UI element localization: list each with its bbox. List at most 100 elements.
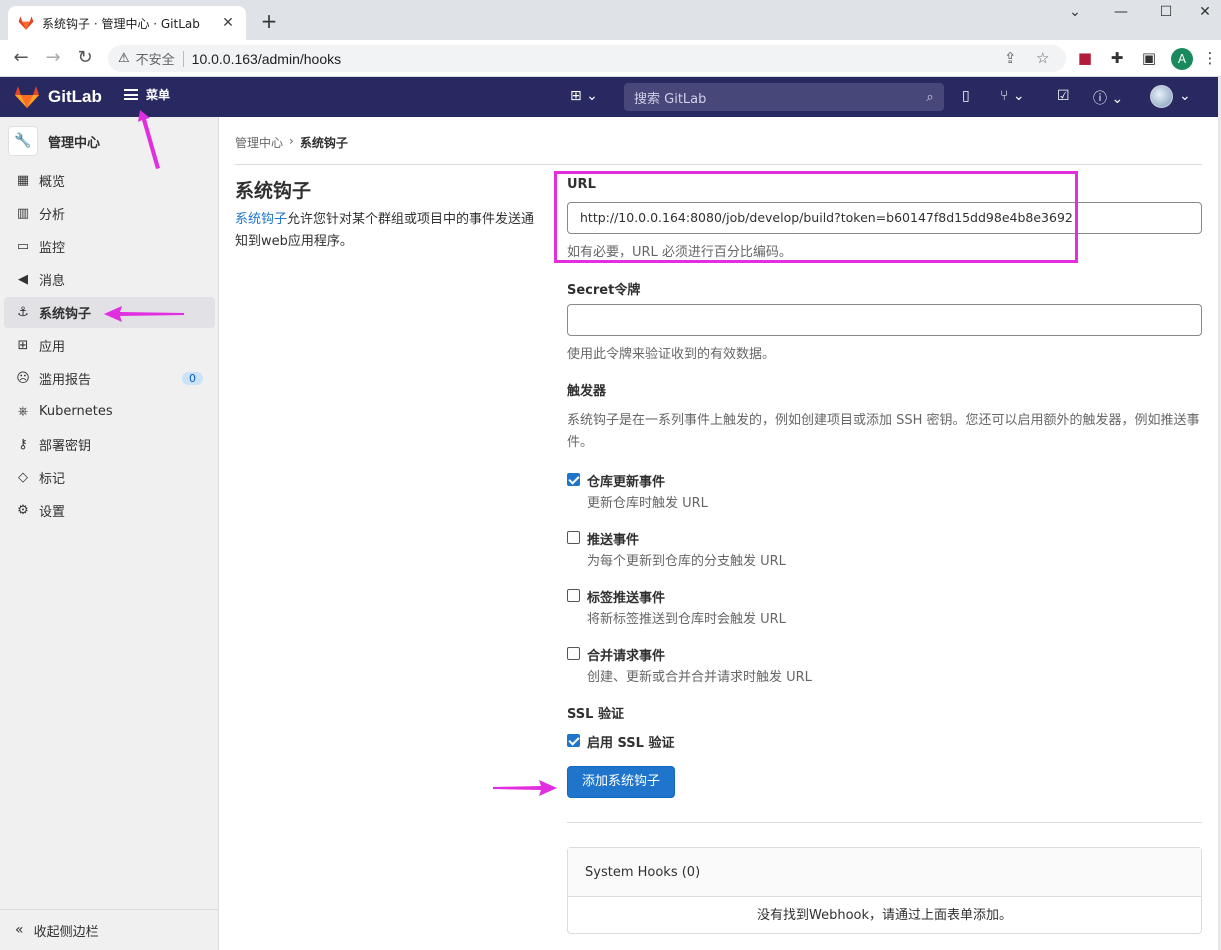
hook-icon: ⚓ [17,305,29,320]
analytics-icon: ▥ [16,206,30,221]
back-icon[interactable]: ← [8,46,34,70]
browser-tab[interactable]: 系统钩子 · 管理中心 · GitLab ✕ [8,6,246,40]
bookmark-extension-icon[interactable]: ■ [1075,49,1095,69]
sidebar-item-label: 标记 [39,472,66,487]
checkbox-label[interactable]: 仓库更新事件 [587,471,665,490]
search-input[interactable]: 搜索 GitLab ⌕ [624,83,944,111]
sidebar-item-analytics[interactable]: ▥ 分析 [4,198,215,229]
breadcrumb: 管理中心 › 系统钩子 [235,134,348,151]
sidebar-item-label: 应用 [39,340,66,355]
page-description: 系统钩子允许您针对某个群组或项目中的事件发送通知到web应用程序。 [235,209,535,253]
annotation-arrow-icon [493,780,557,796]
key-icon: ⚷ [18,437,28,452]
checkbox-label[interactable]: 推送事件 [587,529,639,548]
secret-token-input[interactable] [567,304,1202,336]
system-hooks-doc-link[interactable]: 系统钩子 [235,212,287,227]
kubernetes-icon: ⎈ [17,404,29,419]
todo-icon[interactable]: ☑ [1057,88,1070,104]
window-close-icon[interactable]: ✕ [1190,4,1220,20]
divider [567,822,1202,823]
maximize-icon[interactable]: ☐ [1151,4,1181,20]
hamburger-icon [124,89,138,100]
sidebar-item-label: 部署密钥 [39,439,92,454]
sidebar-item-label: 消息 [39,274,66,289]
push-events-checkbox[interactable] [567,531,580,544]
url-text[interactable]: 10.0.0.163/admin/hooks [192,51,341,67]
sidebar-item-overview[interactable]: ▦ 概览 [4,165,215,196]
sidebar-item-abuse-reports[interactable]: ☹ 滥用报告 0 [4,363,215,394]
gitlab-logo-icon[interactable] [14,85,40,109]
breadcrumb-current[interactable]: 系统钩子 [300,134,348,151]
apps-icon: ⊞ [17,338,29,353]
gitlab-top-nav: GitLab 菜单 ⊞ ⌄ 搜索 GitLab ⌕ ▯ ⑂ ⌄ ☑ ⓘ ⌄ ⌄ [0,77,1218,117]
triggers-label: 触发器 [567,384,607,399]
sidebar-item-label: 概览 [39,175,66,190]
gitlab-brand[interactable]: GitLab [48,87,102,107]
omnibox[interactable]: ⚠ 不安全 10.0.0.163/admin/hooks ⇪ ☆ [108,45,1066,72]
sidebar-item-label: 分析 [39,208,66,223]
insecure-label: 不安全 [135,53,175,68]
secret-token-label: Secret令牌 [567,283,641,298]
search-placeholder: 搜索 GitLab [634,91,707,107]
overview-icon: ▦ [16,173,30,188]
merge-request-events-checkbox[interactable] [567,647,580,660]
create-new-icon[interactable]: ⊞ ⌄ [570,88,598,104]
page-title: 系统钩子 [235,180,312,202]
warning-icon: ⚠ [118,51,130,66]
browser-menu-icon[interactable]: ⋮ [1200,49,1220,69]
monitor-icon: ▭ [16,239,30,254]
user-avatar[interactable] [1150,85,1173,108]
new-tab-icon[interactable]: + [258,9,280,33]
omnibox-divider [182,50,184,67]
sidebar-item-monitor[interactable]: ▭ 监控 [4,231,215,262]
bookmark-star-icon[interactable]: ☆ [1036,49,1049,67]
breadcrumb-parent[interactable]: 管理中心 [235,134,283,151]
profile-avatar[interactable]: A [1171,48,1193,70]
tab-search-chevron-icon[interactable]: ⌄ [1060,4,1090,20]
breadcrumb-separator-icon: › [289,134,294,148]
extensions-puzzle-icon[interactable]: ✚ [1107,49,1127,69]
divider [235,164,1202,165]
add-system-hook-button[interactable]: 添加系统钩子 [567,766,675,798]
annotation-arrow-icon [104,306,184,322]
annotation-highlight-box [554,171,1078,263]
share-icon[interactable]: ⇪ [1004,49,1017,67]
sidebar-item-kubernetes[interactable]: ⎈ Kubernetes [4,396,215,427]
sidebar-item-deploy-keys[interactable]: ⚷ 部署密钥 [4,429,215,460]
reload-icon[interactable]: ↻ [72,46,98,70]
sidebar-item-messages[interactable]: ◀ 消息 [4,264,215,295]
forward-icon[interactable]: → [40,46,66,70]
system-hooks-list: System Hooks (0) 没有找到Webhook，请通过上面表单添加。 [567,847,1202,934]
checkbox-help: 将新标签推送到仓库时会触发 URL [587,612,786,627]
repository-update-checkbox[interactable] [567,473,580,486]
sidebar-item-applications[interactable]: ⊞ 应用 [4,330,215,361]
sidebar-item-label: 滥用报告 [39,373,92,388]
ssl-verification-checkbox[interactable] [567,734,580,747]
gear-icon: ⚙ [17,503,29,518]
tag-push-events-checkbox[interactable] [567,589,580,602]
sidebar-header[interactable]: 🔧 管理中心 [8,126,100,156]
browser-tabbar: 系统钩子 · 管理中心 · GitLab ✕ + ⌄ — ☐ ✕ [0,0,1221,40]
issues-icon[interactable]: ▯ [962,88,970,104]
checkbox-help: 更新仓库时触发 URL [587,496,708,511]
user-menu-chevron-icon[interactable]: ⌄ [1179,88,1191,104]
merge-requests-icon[interactable]: ⑂ ⌄ [1000,88,1025,104]
label-icon: ◇ [18,470,28,485]
checkbox-label[interactable]: 标签推送事件 [587,587,665,606]
minimize-icon[interactable]: — [1106,4,1136,20]
sidebar-item-label: Kubernetes [39,404,113,419]
side-panel-icon[interactable]: ▣ [1139,49,1159,69]
address-bar: ← → ↻ ⚠ 不安全 10.0.0.163/admin/hooks ⇪ ☆ ■… [0,40,1221,77]
help-icon[interactable]: ⓘ ⌄ [1093,88,1123,108]
menu-button[interactable]: 菜单 [124,86,170,103]
checkbox-help: 为每个更新到仓库的分支触发 URL [587,554,786,569]
collapse-sidebar-button[interactable]: « 收起侧边栏 [0,909,219,950]
collapse-sidebar-label: 收起侧边栏 [33,924,99,940]
checkbox-label[interactable]: 合并请求事件 [587,645,665,664]
checkbox-label[interactable]: 启用 SSL 验证 [587,732,674,751]
close-tab-icon[interactable]: ✕ [220,15,236,31]
sidebar-item-labels[interactable]: ◇ 标记 [4,462,215,493]
sidebar-item-settings[interactable]: ⚙ 设置 [4,495,215,526]
wrench-icon: 🔧 [8,126,38,156]
secret-token-help-text: 使用此令牌来验证收到的有效数据。 [567,347,776,362]
